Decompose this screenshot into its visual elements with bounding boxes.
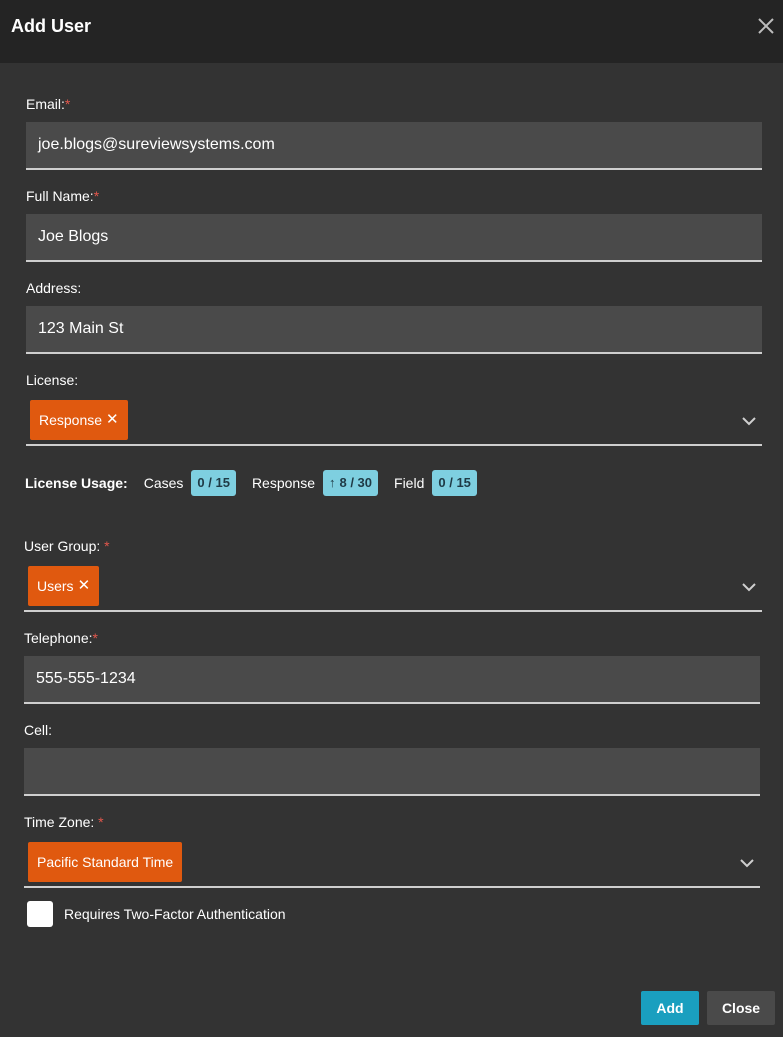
email-field[interactable]: joe.blogs@sureviewsystems.com [26, 122, 762, 170]
chevron-down-icon[interactable] [742, 580, 756, 594]
close-button[interactable]: Close [707, 991, 775, 1025]
two-factor-checkbox[interactable] [27, 901, 53, 927]
dialog-title: Add User [11, 16, 92, 36]
close-icon[interactable] [755, 15, 777, 37]
chip-label: Pacific Standard Time [37, 854, 174, 870]
chip-label: Users [37, 578, 74, 594]
usage-response-badge: ↑ 8 / 30 [322, 470, 379, 496]
usage-cases-label: Cases [143, 475, 184, 491]
usage-response-label: Response [251, 475, 315, 491]
time-zone-chip: Pacific Standard Time [28, 842, 183, 882]
cell-field[interactable] [24, 748, 760, 796]
user-group-label: User Group: * [24, 538, 110, 554]
full-name-label: Full Name:* [26, 188, 100, 204]
chevron-down-icon[interactable] [742, 414, 756, 428]
chip-remove-icon[interactable]: ✕ [106, 400, 119, 440]
telephone-label: Telephone:* [24, 630, 98, 646]
required-marker: * [104, 538, 110, 554]
add-button[interactable]: Add [641, 991, 699, 1025]
chip-label: Response [39, 412, 103, 428]
required-marker: * [98, 814, 104, 830]
license-select[interactable]: Response ✕ [26, 398, 762, 446]
time-zone-select[interactable]: Pacific Standard Time [24, 840, 760, 888]
license-usage: License Usage: Cases 0 / 15 Response ↑ 8… [25, 470, 493, 496]
usage-cases-badge: 0 / 15 [191, 470, 236, 496]
address-label: Address: [26, 280, 82, 296]
time-zone-label: Time Zone: * [24, 814, 104, 830]
telephone-field[interactable]: 555-555-1234 [24, 656, 760, 704]
usage-field-badge: 0 / 15 [432, 470, 477, 496]
email-label: Email:* [26, 96, 71, 112]
required-marker: * [64, 96, 71, 112]
license-chip: Response ✕ [30, 400, 128, 440]
user-group-chip: Users ✕ [28, 566, 100, 606]
user-group-select[interactable]: Users ✕ [24, 564, 762, 612]
dialog-header: Add User [0, 0, 783, 63]
address-field[interactable]: 123 Main St [26, 306, 762, 354]
chip-remove-icon[interactable]: ✕ [78, 566, 91, 606]
chevron-down-icon[interactable] [740, 856, 754, 870]
arrow-up-icon: ↑ [328, 475, 336, 490]
cell-label: Cell: [24, 722, 53, 738]
license-usage-label: License Usage: [25, 475, 128, 491]
required-marker: * [92, 630, 98, 646]
required-marker: * [93, 188, 100, 204]
license-label: License: [26, 372, 79, 388]
full-name-field[interactable]: Joe Blogs [26, 214, 762, 262]
usage-field-label: Field [394, 475, 425, 491]
two-factor-label: Requires Two-Factor Authentication [64, 906, 286, 922]
